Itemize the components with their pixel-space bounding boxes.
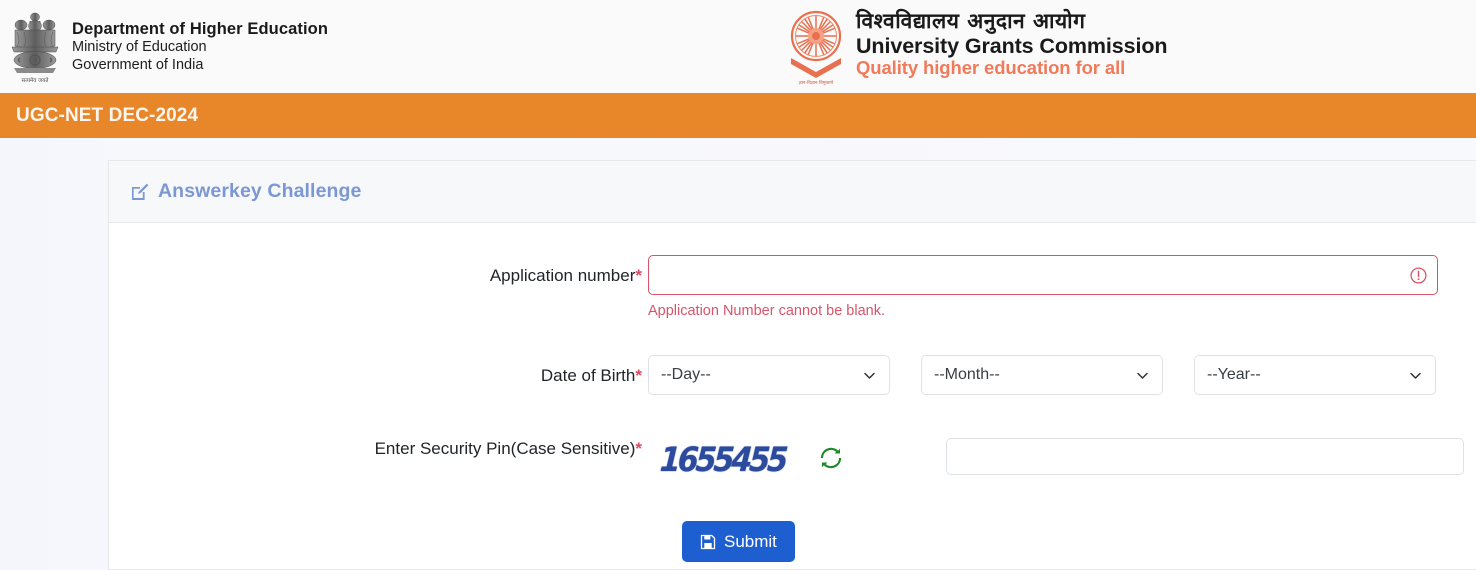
card-body: Application number* Application Number c… <box>109 223 1476 562</box>
application-number-input[interactable] <box>648 255 1438 295</box>
application-number-row: Application number* Application Number c… <box>109 255 1476 319</box>
exam-banner-title: UGC-NET DEC-2024 <box>16 104 199 126</box>
security-pin-label-text: Enter Security Pin(Case Sensitive) <box>374 439 636 458</box>
security-pin-input[interactable] <box>946 438 1464 475</box>
security-pin-control: 1655455 <box>648 428 1476 492</box>
ugc-chakra-logo-icon: ज्ञान-विज्ञान विमुक्तये <box>782 6 850 86</box>
ugc-text: विश्वविद्यालय अनुदान आयोग University Gra… <box>856 9 1168 78</box>
submit-button-label: Submit <box>724 531 777 551</box>
date-of-birth-control: --Day-- --Month-- --Year-- <box>648 355 1476 395</box>
chevron-down-icon <box>1408 368 1423 383</box>
svg-text:ज्ञान-विज्ञान विमुक्तये: ज्ञान-विज्ञान विमुक्तये <box>799 79 834 86</box>
department-line-2: Ministry of Education <box>72 38 207 55</box>
edit-square-icon <box>130 182 149 201</box>
security-pin-label: Enter Security Pin(Case Sensitive)* <box>109 428 648 459</box>
captcha-image: 1655455 <box>648 428 798 492</box>
captcha-text: 1655455 <box>659 440 787 480</box>
save-floppy-icon <box>700 534 716 550</box>
required-asterisk: * <box>635 266 642 285</box>
date-of-birth-selects: --Day-- --Month-- --Year-- <box>648 355 1476 395</box>
security-pin-row: Enter Security Pin(Case Sensitive)* 1655… <box>109 428 1476 492</box>
department-branding: सत्यमेव जयते Department of Higher Educat… <box>6 8 328 86</box>
ugc-branding: ज्ञान-विज्ञान विमुक्तये विश्वविद्यालय अन… <box>782 6 1168 86</box>
application-number-error: Application Number cannot be blank. <box>648 303 885 319</box>
submit-button[interactable]: Submit <box>682 521 795 562</box>
department-text: Department of Higher Education Ministry … <box>72 19 328 75</box>
chevron-down-icon <box>862 368 877 383</box>
required-asterisk: * <box>635 366 642 385</box>
refresh-icon[interactable] <box>819 446 843 470</box>
ugc-hindi-name: विश्वविद्यालय अनुदान आयोग <box>856 9 1086 33</box>
day-select-value: --Day-- <box>661 366 711 383</box>
day-select[interactable]: --Day-- <box>648 355 890 395</box>
ugc-tagline: Quality higher education for all <box>856 56 1126 78</box>
application-number-label: Application number* <box>109 255 648 286</box>
date-of-birth-label-text: Date of Birth <box>540 366 636 385</box>
department-line-3: Government of India <box>72 56 204 73</box>
year-select[interactable]: --Year-- <box>1194 355 1436 395</box>
application-number-control: Application Number cannot be blank. <box>648 255 1476 319</box>
exclamation-circle-icon <box>1410 266 1427 284</box>
ugc-english-name: University Grants Commission <box>856 33 1168 58</box>
date-of-birth-row: Date of Birth* --Day-- --Month-- --Year-… <box>109 355 1476 395</box>
year-select-value: --Year-- <box>1207 366 1261 383</box>
exam-banner: UGC-NET DEC-2024 <box>0 93 1476 138</box>
security-pin-group: 1655455 <box>648 428 1476 492</box>
site-header: सत्यमेव जयते Department of Higher Educat… <box>0 0 1476 93</box>
card-header: Answerkey Challenge <box>109 161 1476 223</box>
required-asterisk: * <box>635 439 642 458</box>
month-select[interactable]: --Month-- <box>921 355 1163 395</box>
month-select-value: --Month-- <box>934 366 1000 383</box>
date-of-birth-label: Date of Birth* <box>109 355 648 386</box>
submit-row: Submit <box>109 521 1476 562</box>
application-number-label-text: Application number <box>489 266 636 285</box>
chevron-down-icon <box>1135 368 1150 383</box>
department-line-1: Department of Higher Education <box>72 19 329 38</box>
card-title: Answerkey Challenge <box>158 180 362 202</box>
page-body: Answerkey Challenge Application number* <box>0 138 1476 570</box>
answerkey-challenge-card: Answerkey Challenge Application number* <box>108 160 1476 570</box>
svg-text:सत्यमेव जयते: सत्यमेव जयते <box>21 77 49 84</box>
ashoka-lion-capital-emblem-icon: सत्यमेव जयते <box>6 8 64 86</box>
